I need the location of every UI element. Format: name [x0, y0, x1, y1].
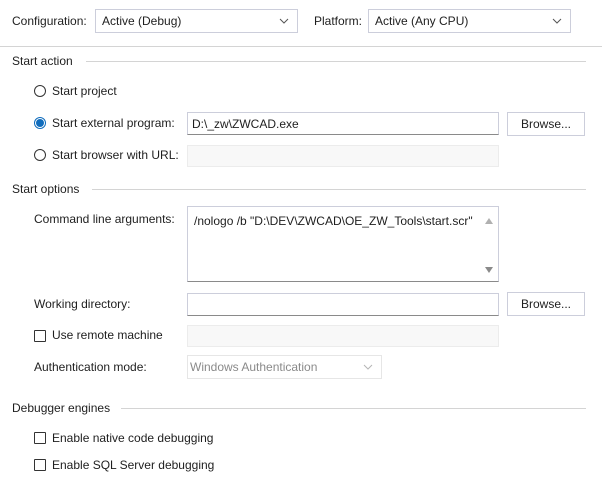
- sql-server-debugging-checkbox[interactable]: [34, 459, 46, 471]
- header-divider: [0, 46, 602, 47]
- start-project-label: Start project: [52, 84, 117, 98]
- sql-server-debugging-label: Enable SQL Server debugging: [52, 458, 215, 472]
- native-code-debugging-checkbox[interactable]: [34, 432, 46, 444]
- command-line-arguments-textarea[interactable]: /nologo /b "D:\DEV\ZWCAD\OE_ZW_Tools\sta…: [187, 206, 499, 282]
- platform-label: Platform:: [314, 14, 363, 28]
- start-options-heading: Start options: [12, 182, 80, 196]
- external-program-input[interactable]: D:\_zw\ZWCAD.exe: [187, 112, 499, 135]
- authentication-mode-label: Authentication mode:: [34, 360, 147, 374]
- browse-working-directory-button[interactable]: Browse...: [507, 292, 585, 316]
- debugger-engines-divider: [121, 408, 586, 409]
- start-project-radio[interactable]: [34, 85, 46, 97]
- scroll-up-icon[interactable]: [485, 218, 493, 224]
- authentication-mode-value: Windows Authentication: [190, 360, 318, 374]
- external-program-value: D:\_zw\ZWCAD.exe: [192, 117, 299, 131]
- browse-external-program-button[interactable]: Browse...: [507, 112, 585, 136]
- platform-value: Active (Any CPU): [375, 14, 469, 28]
- configuration-label: Configuration:: [12, 14, 87, 28]
- start-options-divider: [92, 189, 586, 190]
- browser-url-input[interactable]: [187, 145, 499, 167]
- start-external-program-label: Start external program:: [52, 116, 175, 130]
- configuration-dropdown[interactable]: Active (Debug): [95, 9, 298, 33]
- scroll-down-icon[interactable]: [485, 267, 493, 273]
- start-external-program-radio[interactable]: [34, 117, 46, 129]
- command-line-arguments-value: /nologo /b "D:\DEV\ZWCAD\OE_ZW_Tools\sta…: [194, 214, 473, 228]
- debugger-engines-heading: Debugger engines: [12, 401, 111, 415]
- chevron-down-icon: [279, 18, 289, 24]
- working-directory-label: Working directory:: [34, 297, 131, 311]
- chevron-down-icon: [552, 18, 562, 24]
- start-action-divider: [86, 61, 586, 62]
- start-browser-url-radio[interactable]: [34, 149, 46, 161]
- working-directory-input[interactable]: [187, 293, 499, 316]
- platform-dropdown[interactable]: Active (Any CPU): [368, 9, 571, 33]
- use-remote-machine-checkbox[interactable]: [34, 330, 46, 342]
- chevron-down-icon: [363, 364, 373, 370]
- remote-machine-input[interactable]: [187, 325, 499, 347]
- use-remote-machine-label: Use remote machine: [52, 328, 163, 342]
- start-browser-url-label: Start browser with URL:: [52, 148, 179, 162]
- start-action-heading: Start action: [12, 54, 73, 68]
- authentication-mode-dropdown[interactable]: Windows Authentication: [187, 355, 382, 379]
- native-code-debugging-label: Enable native code debugging: [52, 431, 214, 445]
- configuration-value: Active (Debug): [102, 14, 182, 28]
- command-line-arguments-label: Command line arguments:: [34, 212, 175, 226]
